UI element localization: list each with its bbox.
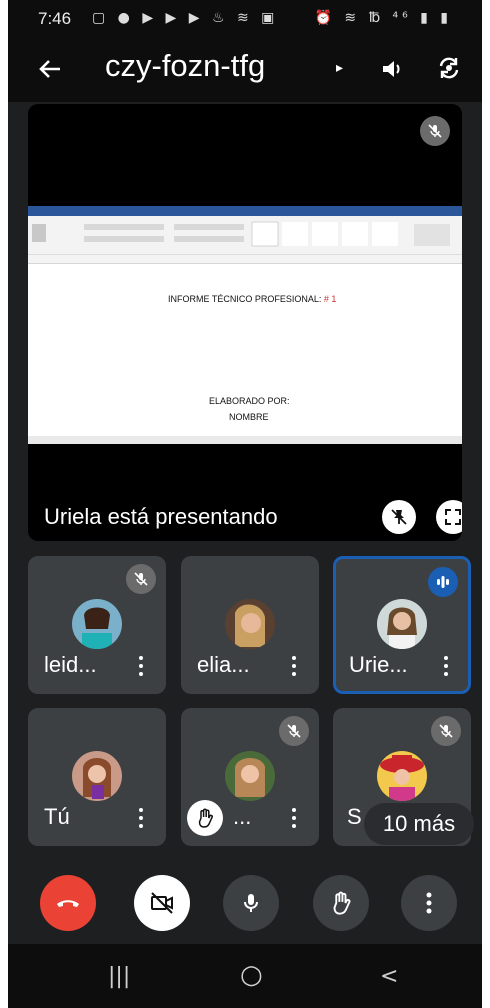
participant-tile-active[interactable]: Urie...: [333, 556, 471, 694]
participant-name: elia...: [197, 652, 250, 677]
unpin-icon[interactable]: [382, 500, 416, 534]
raise-hand-icon: [187, 800, 223, 836]
end-call-icon: [57, 900, 79, 907]
speaking-indicator-icon: [428, 567, 458, 597]
participant-tile[interactable]: ...: [181, 708, 319, 846]
camera-off-icon: [151, 892, 173, 914]
more-options-button[interactable]: [401, 875, 457, 931]
camera-flip-icon[interactable]: [435, 54, 463, 82]
notification-icons: ▢ ● ▶ ▶ ▶ ♨ ≋ ▣: [92, 10, 279, 26]
avatar: [72, 751, 122, 801]
doc-name-label: NOMBRE: [229, 412, 269, 422]
end-call-button[interactable]: [40, 875, 96, 931]
mic-off-icon: [279, 716, 309, 746]
more-vert-icon: [426, 892, 432, 914]
more-vert-icon[interactable]: [441, 654, 451, 678]
meet-app: 7:46 ▢ ● ▶ ▶ ▶ ♨ ≋ ▣ ⏰ ≋ ℔ ⁴⁶ ▮ ▮ czy-fo…: [8, 0, 482, 1008]
recents-button[interactable]: |||: [108, 964, 130, 989]
mic-icon: [244, 894, 258, 912]
mic-off-icon: [431, 716, 461, 746]
home-button[interactable]: ○: [240, 960, 263, 990]
meeting-header: czy-fozn-tfg ▸: [8, 40, 482, 102]
avatar: [225, 599, 275, 649]
doc-heading-number: # 1: [323, 294, 337, 304]
presenting-label: Uriela está presentando: [44, 504, 278, 529]
navigation-bar: ||| ○ <: [8, 944, 482, 1008]
presentation-view[interactable]: INFORME TÉCNICO PROFESIONAL: # 1 ELABORA…: [28, 104, 462, 541]
participant-tile-self[interactable]: Tú: [28, 708, 166, 846]
doc-statusbar: [28, 436, 462, 444]
raise-hand-button[interactable]: [313, 875, 369, 931]
more-vert-icon[interactable]: [136, 806, 146, 830]
participant-name: S: [347, 804, 362, 829]
participant-tile[interactable]: elia...: [181, 556, 319, 694]
speaker-icon[interactable]: [379, 56, 405, 82]
avatar: [72, 599, 122, 649]
back-arrow-icon[interactable]: [36, 52, 66, 86]
mic-off-icon: [126, 564, 156, 594]
participant-name: Tú: [44, 804, 70, 829]
avatar: [225, 751, 275, 801]
participant-name: leid...: [44, 652, 97, 677]
status-bar: 7:46 ▢ ● ▶ ▶ ▶ ♨ ≋ ▣ ⏰ ≋ ℔ ⁴⁶ ▮ ▮: [8, 0, 482, 40]
doc-page: INFORME TÉCNICO PROFESIONAL: # 1 ELABORA…: [28, 264, 462, 436]
avatar: [377, 599, 427, 649]
avatar: [377, 751, 427, 801]
back-button[interactable]: <: [380, 964, 398, 989]
more-vert-icon[interactable]: [289, 654, 299, 678]
participant-tile[interactable]: leid...: [28, 556, 166, 694]
meeting-code[interactable]: czy-fozn-tfg: [105, 48, 265, 84]
caret-right-icon[interactable]: ▸: [336, 60, 343, 76]
raise-hand-icon: [333, 891, 351, 915]
participant-name: Urie...: [349, 652, 408, 677]
doc-heading: INFORME TÉCNICO PROFESIONAL:: [168, 294, 322, 304]
shared-document: INFORME TÉCNICO PROFESIONAL: # 1 ELABORA…: [28, 206, 462, 444]
more-participants-button[interactable]: 10 más: [364, 803, 474, 845]
doc-author-label: ELABORADO POR:: [209, 396, 290, 406]
doc-titlebar: [28, 206, 462, 216]
camera-toggle-button[interactable]: [134, 875, 190, 931]
mic-off-icon: [420, 116, 450, 146]
status-time: 7:46: [38, 9, 72, 28]
doc-ribbon: [28, 216, 462, 264]
system-icons: ⏰ ≋ ℔ ⁴⁶ ▮ ▮: [314, 10, 452, 26]
mic-toggle-button[interactable]: [223, 875, 279, 931]
more-vert-icon[interactable]: [289, 806, 299, 830]
participant-name: ...: [233, 804, 252, 829]
more-vert-icon[interactable]: [136, 654, 146, 678]
fullscreen-icon[interactable]: [436, 500, 462, 534]
